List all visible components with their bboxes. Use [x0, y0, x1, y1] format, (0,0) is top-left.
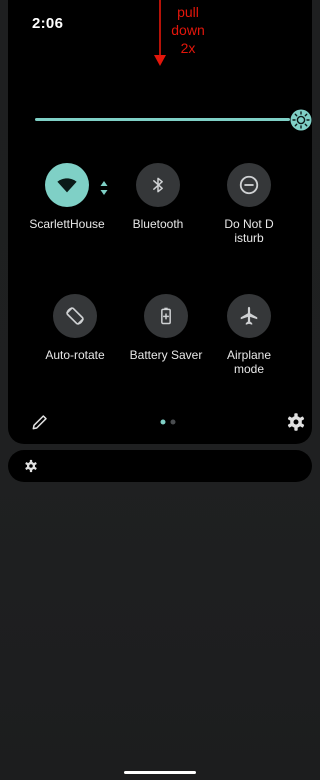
tile-bluetooth[interactable]: Bluetooth [113, 163, 203, 231]
tile-label-bluetooth: Bluetooth [132, 217, 184, 231]
battery-saver-icon [161, 307, 171, 325]
bluetooth-icon [153, 177, 163, 193]
auto-rotate-tile-button[interactable] [53, 294, 97, 338]
status-clock: 2:06 [32, 15, 64, 32]
tile-battery-saver[interactable]: Battery Saver [121, 294, 211, 362]
tile-label-do-not-disturb: Do Not Disturb [224, 217, 274, 245]
tile-label-airplane-mode: Airplane mode [226, 348, 272, 376]
page-dot-inactive [170, 419, 176, 425]
expand-arrows-icon[interactable] [100, 181, 108, 195]
pull-down-annotation: pull down 2x [171, 4, 205, 56]
tile-label-battery-saver: Battery Saver [129, 348, 203, 362]
wifi-icon [57, 178, 77, 193]
tile-wifi[interactable]: ScarlettHouse [22, 163, 112, 231]
tile-label-wifi: ScarlettHouse [29, 217, 105, 231]
do-not-disturb-icon [239, 175, 259, 195]
airplane-icon [240, 306, 258, 325]
tile-label-auto-rotate: Auto-rotate [45, 348, 105, 362]
bluetooth-tile-button[interactable] [136, 163, 180, 207]
gear-icon[interactable] [286, 412, 306, 432]
tile-do-not-disturb[interactable]: Do Not Disturb [204, 163, 294, 245]
pencil-icon[interactable] [30, 412, 50, 432]
battery-saver-tile-button[interactable] [144, 294, 188, 338]
notification-bar[interactable] [8, 450, 312, 482]
brightness-sun-icon[interactable] [289, 108, 313, 132]
quick-settings-screen: 2:06 ScarlettHouse Bluetooth Do Not Dist… [0, 0, 320, 780]
dnd-tile-button[interactable] [227, 163, 271, 207]
home-indicator[interactable] [124, 771, 196, 774]
brightness-slider[interactable] [35, 118, 290, 121]
page-indicator [160, 419, 176, 425]
wifi-tile-button[interactable] [45, 163, 89, 207]
tile-airplane-mode[interactable]: Airplane mode [204, 294, 294, 376]
page-dot-active [160, 419, 166, 425]
gear-icon[interactable] [24, 459, 38, 473]
tile-auto-rotate[interactable]: Auto-rotate [30, 294, 120, 362]
airplane-tile-button[interactable] [227, 294, 271, 338]
auto-rotate-icon [66, 307, 84, 325]
arrow-down-icon [154, 0, 166, 66]
